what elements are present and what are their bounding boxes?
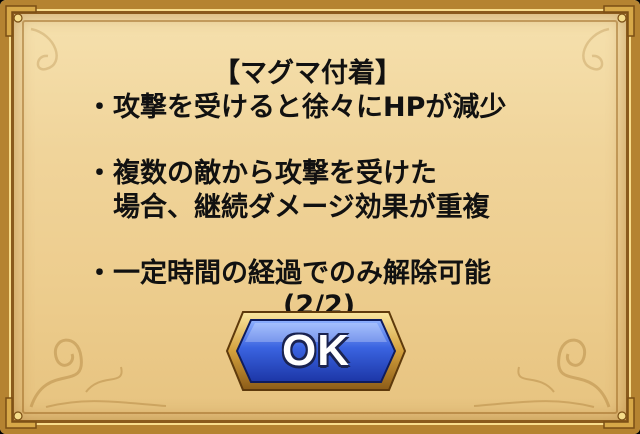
dialog-title: 【マグマ付着】 xyxy=(213,58,402,89)
ok-button[interactable]: OK xyxy=(225,308,407,394)
ok-button-label: OK xyxy=(282,326,350,375)
bullet-stacking-line-2: 場合、継続ダメージ効果が重複 xyxy=(113,192,490,223)
corner-ornament-icon xyxy=(602,396,636,430)
corner-ornament-icon xyxy=(4,4,38,38)
corner-ornament-icon xyxy=(4,396,38,430)
bullet-hp-decrease: ・攻撃を受けると徐々にHPが減少 xyxy=(86,92,507,123)
corner-ornament-icon xyxy=(602,4,636,38)
scroll-flourish-icon xyxy=(582,27,610,71)
bullet-stacking-line-1: ・複数の敵から攻撃を受けた xyxy=(86,158,437,189)
info-dialog: 【マグマ付着】 ・攻撃を受けると徐々にHPが減少 ・複数の敵から攻撃を受けた 場… xyxy=(0,0,640,434)
scroll-flourish-icon xyxy=(473,338,611,408)
bullet-removal-condition: ・一定時間の経過でのみ解除可能 xyxy=(86,258,491,289)
scroll-flourish-icon xyxy=(29,338,167,408)
